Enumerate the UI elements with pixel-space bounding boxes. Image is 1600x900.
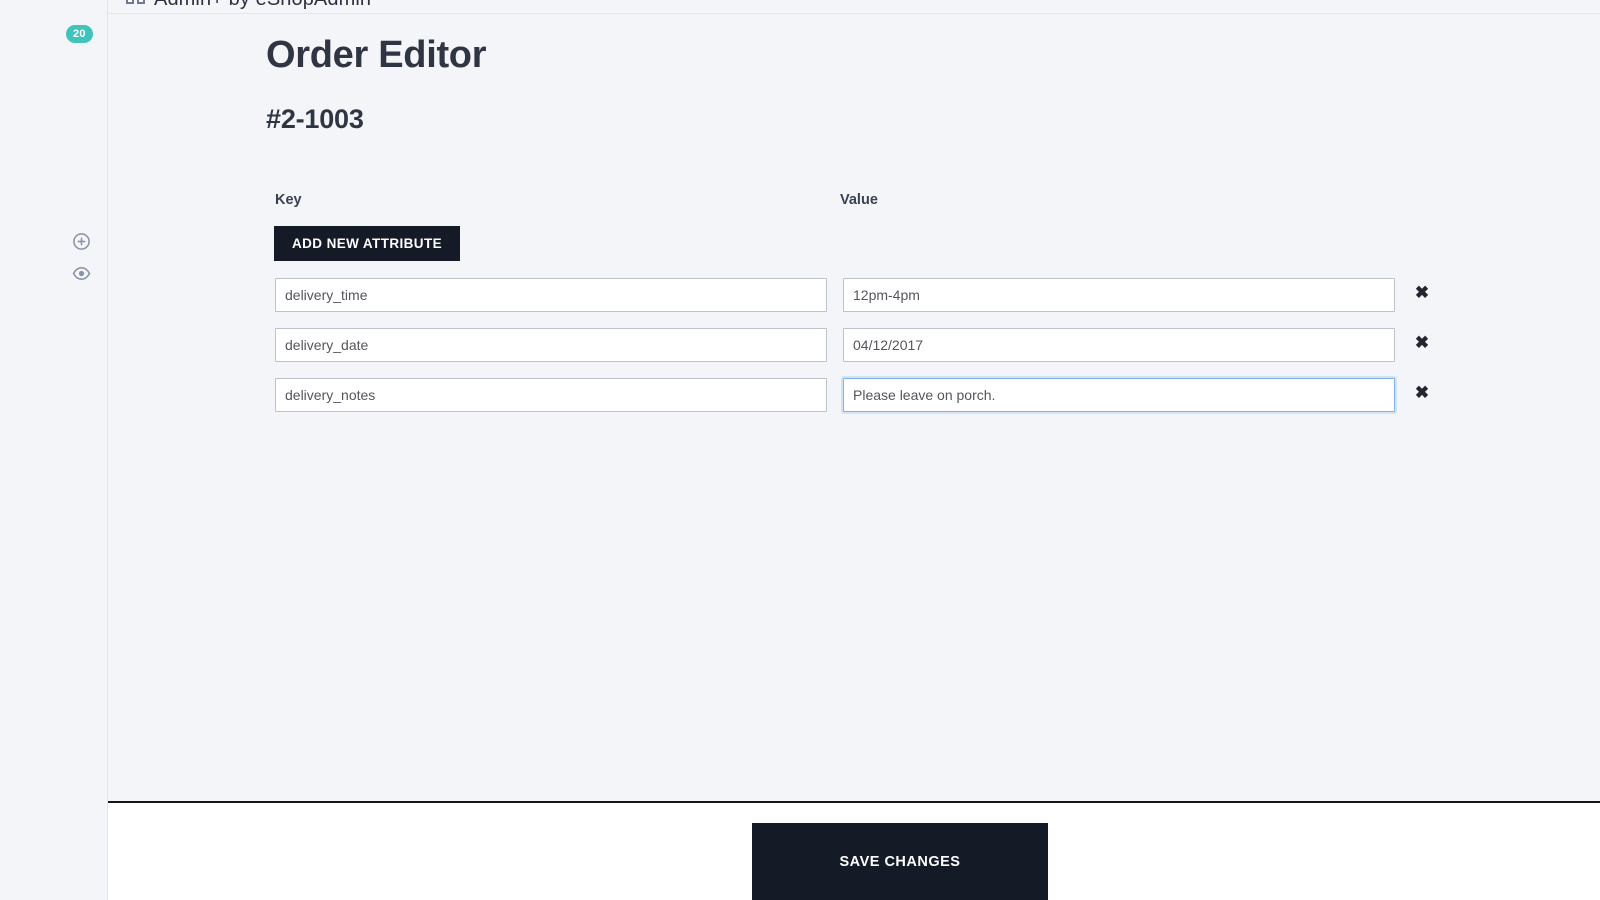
table-row: ✖ bbox=[108, 278, 1600, 312]
page-title: Order Editor bbox=[266, 34, 487, 76]
footer-bar: SAVE CHANGES bbox=[108, 805, 1600, 900]
attribute-value-input[interactable] bbox=[843, 328, 1395, 362]
add-new-attribute-button[interactable]: ADD NEW ATTRIBUTE bbox=[274, 226, 460, 261]
sidebar-badge-count: 20 bbox=[66, 25, 93, 43]
remove-attribute-button[interactable]: ✖ bbox=[1412, 281, 1432, 305]
app-header: Admin+ by eShopAdmin bbox=[108, 0, 1600, 14]
eye-icon[interactable] bbox=[72, 264, 91, 283]
column-header-value: Value bbox=[840, 192, 878, 208]
remove-attribute-button[interactable]: ✖ bbox=[1412, 381, 1432, 405]
column-header-key: Key bbox=[275, 192, 302, 208]
attribute-key-input[interactable] bbox=[275, 328, 827, 362]
order-editor-screen: Admin+ by eShopAdmin 20 s r e Order Edit… bbox=[0, 0, 1600, 900]
main-content: Order Editor #2-1003 Key Value ADD NEW A… bbox=[108, 14, 1600, 803]
plus-circle-icon[interactable] bbox=[72, 232, 91, 251]
app-header-brand[interactable]: Admin+ by eShopAdmin bbox=[126, 0, 371, 11]
save-changes-button[interactable]: SAVE CHANGES bbox=[752, 823, 1048, 900]
order-number: #2-1003 bbox=[266, 104, 364, 134]
attribute-value-input[interactable] bbox=[843, 278, 1395, 312]
sidebar: 20 s r e bbox=[0, 0, 108, 900]
apps-grid-icon bbox=[126, 0, 145, 7]
attribute-value-input[interactable] bbox=[843, 378, 1395, 412]
table-row: ✖ bbox=[108, 378, 1600, 412]
remove-attribute-button[interactable]: ✖ bbox=[1412, 331, 1432, 355]
attribute-key-input[interactable] bbox=[275, 278, 827, 312]
app-header-title: Admin+ by eShopAdmin bbox=[154, 0, 371, 11]
attribute-key-input[interactable] bbox=[275, 378, 827, 412]
table-row: ✖ bbox=[108, 328, 1600, 362]
